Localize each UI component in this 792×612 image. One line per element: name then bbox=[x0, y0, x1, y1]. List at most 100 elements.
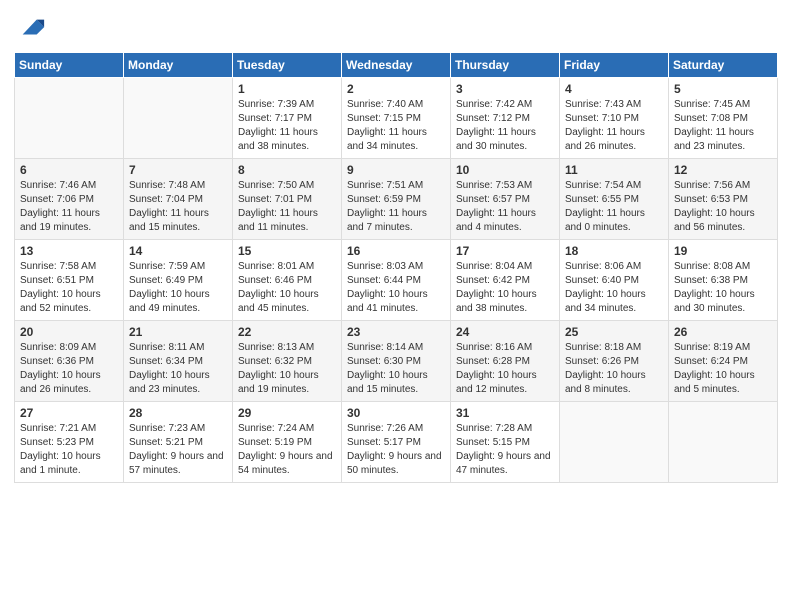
calendar-cell: 5 Sunrise: 7:45 AMSunset: 7:08 PMDaylight… bbox=[669, 78, 778, 159]
calendar-cell: 30 Sunrise: 7:26 AMSunset: 5:17 PMDayligh… bbox=[342, 402, 451, 483]
weekday-header-monday: Monday bbox=[124, 53, 233, 78]
day-number: 29 bbox=[238, 406, 336, 420]
cell-info: Sunrise: 7:53 AMSunset: 6:57 PMDaylight:… bbox=[456, 179, 554, 235]
day-number: 20 bbox=[20, 325, 118, 339]
cell-info: Sunrise: 7:50 AMSunset: 7:01 PMDaylight:… bbox=[238, 179, 336, 235]
day-number: 3 bbox=[456, 82, 554, 96]
calendar-cell: 9 Sunrise: 7:51 AMSunset: 6:59 PMDaylight… bbox=[342, 159, 451, 240]
page: SundayMondayTuesdayWednesdayThursdayFrid… bbox=[0, 0, 792, 612]
cell-info: Sunrise: 7:42 AMSunset: 7:12 PMDaylight:… bbox=[456, 98, 554, 154]
weekday-header-thursday: Thursday bbox=[451, 53, 560, 78]
weekday-header-wednesday: Wednesday bbox=[342, 53, 451, 78]
day-number: 8 bbox=[238, 163, 336, 177]
calendar-cell: 4 Sunrise: 7:43 AMSunset: 7:10 PMDaylight… bbox=[560, 78, 669, 159]
weekday-header-sunday: Sunday bbox=[15, 53, 124, 78]
cell-info: Sunrise: 8:19 AMSunset: 6:24 PMDaylight:… bbox=[674, 341, 772, 397]
calendar-cell: 14Sunrise: 7:59 AMSunset: 6:49 PMDayligh… bbox=[124, 240, 233, 321]
day-number: 22 bbox=[238, 325, 336, 339]
calendar-cell: 28 Sunrise: 7:23 AMSunset: 5:21 PMDayligh… bbox=[124, 402, 233, 483]
calendar-cell: 31 Sunrise: 7:28 AMSunset: 5:15 PMDayligh… bbox=[451, 402, 560, 483]
cell-info: Sunrise: 7:39 AMSunset: 7:17 PMDaylight:… bbox=[238, 98, 336, 154]
calendar-cell: 29 Sunrise: 7:24 AMSunset: 5:19 PMDayligh… bbox=[233, 402, 342, 483]
calendar-cell: 10 Sunrise: 7:53 AMSunset: 6:57 PMDayligh… bbox=[451, 159, 560, 240]
cell-info: Sunrise: 7:28 AMSunset: 5:15 PMDaylight:… bbox=[456, 422, 554, 478]
header bbox=[14, 10, 778, 44]
calendar-cell: 16 Sunrise: 8:03 AMSunset: 6:44 PMDayligh… bbox=[342, 240, 451, 321]
cell-info: Sunrise: 8:04 AMSunset: 6:42 PMDaylight:… bbox=[456, 260, 554, 316]
cell-info: Sunrise: 8:06 AMSunset: 6:40 PMDaylight:… bbox=[565, 260, 663, 316]
weekday-header-row: SundayMondayTuesdayWednesdayThursdayFrid… bbox=[15, 53, 778, 78]
cell-info: Sunrise: 7:56 AMSunset: 6:53 PMDaylight:… bbox=[674, 179, 772, 235]
calendar-cell: 8 Sunrise: 7:50 AMSunset: 7:01 PMDaylight… bbox=[233, 159, 342, 240]
calendar-cell: 3 Sunrise: 7:42 AMSunset: 7:12 PMDaylight… bbox=[451, 78, 560, 159]
cell-info: Sunrise: 8:08 AMSunset: 6:38 PMDaylight:… bbox=[674, 260, 772, 316]
day-number: 30 bbox=[347, 406, 445, 420]
cell-info: Sunrise: 8:13 AMSunset: 6:32 PMDaylight:… bbox=[238, 341, 336, 397]
calendar-cell: 15Sunrise: 8:01 AMSunset: 6:46 PMDayligh… bbox=[233, 240, 342, 321]
day-number: 10 bbox=[456, 163, 554, 177]
calendar-cell bbox=[560, 402, 669, 483]
day-number: 5 bbox=[674, 82, 772, 96]
calendar-cell: 24 Sunrise: 8:16 AMSunset: 6:28 PMDayligh… bbox=[451, 321, 560, 402]
cell-info: Sunrise: 7:48 AMSunset: 7:04 PMDaylight:… bbox=[129, 179, 227, 235]
cell-info: Sunrise: 8:16 AMSunset: 6:28 PMDaylight:… bbox=[456, 341, 554, 397]
cell-info: Sunrise: 7:24 AMSunset: 5:19 PMDaylight:… bbox=[238, 422, 336, 478]
day-number: 25 bbox=[565, 325, 663, 339]
day-number: 26 bbox=[674, 325, 772, 339]
day-number: 31 bbox=[456, 406, 554, 420]
cell-info: Sunrise: 7:21 AMSunset: 5:23 PMDaylight:… bbox=[20, 422, 118, 478]
calendar-cell: 25 Sunrise: 8:18 AMSunset: 6:26 PMDayligh… bbox=[560, 321, 669, 402]
cell-info: Sunrise: 7:26 AMSunset: 5:17 PMDaylight:… bbox=[347, 422, 445, 478]
weekday-header-friday: Friday bbox=[560, 53, 669, 78]
calendar-cell: 17 Sunrise: 8:04 AMSunset: 6:42 PMDayligh… bbox=[451, 240, 560, 321]
cell-info: Sunrise: 7:51 AMSunset: 6:59 PMDaylight:… bbox=[347, 179, 445, 235]
weekday-header-tuesday: Tuesday bbox=[233, 53, 342, 78]
calendar-cell: 6Sunrise: 7:46 AMSunset: 7:06 PMDaylight… bbox=[15, 159, 124, 240]
day-number: 21 bbox=[129, 325, 227, 339]
cell-info: Sunrise: 7:23 AMSunset: 5:21 PMDaylight:… bbox=[129, 422, 227, 478]
calendar-table: SundayMondayTuesdayWednesdayThursdayFrid… bbox=[14, 52, 778, 483]
day-number: 27 bbox=[20, 406, 118, 420]
cell-info: Sunrise: 8:03 AMSunset: 6:44 PMDaylight:… bbox=[347, 260, 445, 316]
calendar-cell: 22 Sunrise: 8:13 AMSunset: 6:32 PMDayligh… bbox=[233, 321, 342, 402]
day-number: 24 bbox=[456, 325, 554, 339]
cell-info: Sunrise: 8:14 AMSunset: 6:30 PMDaylight:… bbox=[347, 341, 445, 397]
calendar-week-row: 1 Sunrise: 7:39 AMSunset: 7:17 PMDaylight… bbox=[15, 78, 778, 159]
cell-info: Sunrise: 8:11 AMSunset: 6:34 PMDaylight:… bbox=[129, 341, 227, 397]
calendar-cell: 18Sunrise: 8:06 AMSunset: 6:40 PMDayligh… bbox=[560, 240, 669, 321]
cell-info: Sunrise: 7:46 AMSunset: 7:06 PMDaylight:… bbox=[20, 179, 118, 235]
calendar-cell: 12Sunrise: 7:56 AMSunset: 6:53 PMDayligh… bbox=[669, 159, 778, 240]
calendar-cell: 27 Sunrise: 7:21 AMSunset: 5:23 PMDayligh… bbox=[15, 402, 124, 483]
cell-info: Sunrise: 7:54 AMSunset: 6:55 PMDaylight:… bbox=[565, 179, 663, 235]
cell-info: Sunrise: 8:18 AMSunset: 6:26 PMDaylight:… bbox=[565, 341, 663, 397]
day-number: 17 bbox=[456, 244, 554, 258]
day-number: 1 bbox=[238, 82, 336, 96]
calendar-cell: 20 Sunrise: 8:09 AMSunset: 6:36 PMDayligh… bbox=[15, 321, 124, 402]
day-number: 23 bbox=[347, 325, 445, 339]
day-number: 16 bbox=[347, 244, 445, 258]
day-number: 11 bbox=[565, 163, 663, 177]
calendar-cell: 11 Sunrise: 7:54 AMSunset: 6:55 PMDayligh… bbox=[560, 159, 669, 240]
calendar-cell bbox=[124, 78, 233, 159]
calendar-cell: 21 Sunrise: 8:11 AMSunset: 6:34 PMDayligh… bbox=[124, 321, 233, 402]
cell-info: Sunrise: 7:58 AMSunset: 6:51 PMDaylight:… bbox=[20, 260, 118, 316]
cell-info: Sunrise: 7:45 AMSunset: 7:08 PMDaylight:… bbox=[674, 98, 772, 154]
day-number: 9 bbox=[347, 163, 445, 177]
cell-info: Sunrise: 7:43 AMSunset: 7:10 PMDaylight:… bbox=[565, 98, 663, 154]
calendar-week-row: 13 Sunrise: 7:58 AMSunset: 6:51 PMDayligh… bbox=[15, 240, 778, 321]
calendar-cell: 7Sunrise: 7:48 AMSunset: 7:04 PMDaylight… bbox=[124, 159, 233, 240]
day-number: 28 bbox=[129, 406, 227, 420]
day-number: 15 bbox=[238, 244, 336, 258]
calendar-cell bbox=[669, 402, 778, 483]
day-number: 19 bbox=[674, 244, 772, 258]
calendar-cell: 2Sunrise: 7:40 AMSunset: 7:15 PMDaylight… bbox=[342, 78, 451, 159]
day-number: 2 bbox=[347, 82, 445, 96]
cell-info: Sunrise: 7:59 AMSunset: 6:49 PMDaylight:… bbox=[129, 260, 227, 316]
calendar-cell: 1 Sunrise: 7:39 AMSunset: 7:17 PMDaylight… bbox=[233, 78, 342, 159]
calendar-week-row: 27 Sunrise: 7:21 AMSunset: 5:23 PMDayligh… bbox=[15, 402, 778, 483]
calendar-cell bbox=[15, 78, 124, 159]
day-number: 4 bbox=[565, 82, 663, 96]
logo bbox=[14, 14, 46, 44]
cell-info: Sunrise: 8:09 AMSunset: 6:36 PMDaylight:… bbox=[20, 341, 118, 397]
day-number: 13 bbox=[20, 244, 118, 258]
